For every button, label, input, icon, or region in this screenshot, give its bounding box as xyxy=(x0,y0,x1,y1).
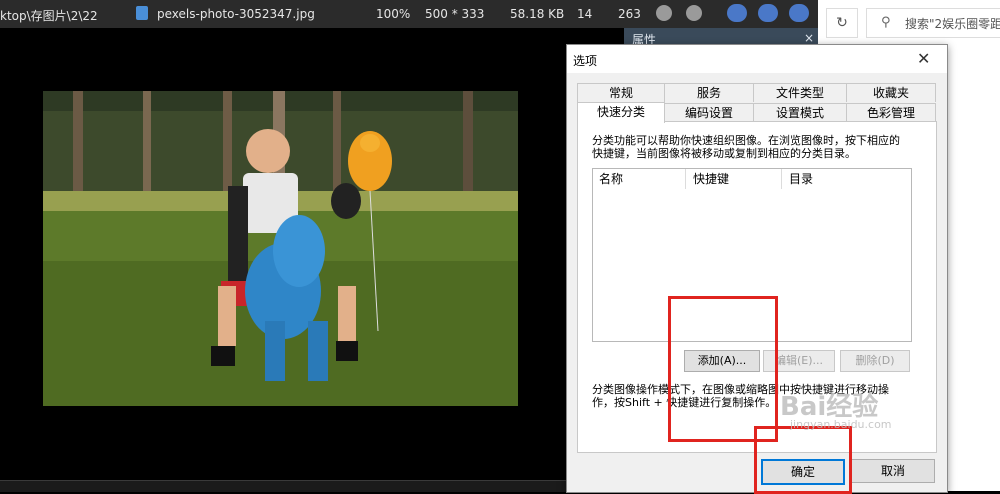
dot-icon[interactable] xyxy=(686,5,702,21)
column-divider xyxy=(685,169,686,189)
filmstrip-bar xyxy=(0,480,570,492)
column-header-shortcut[interactable]: 快捷键 xyxy=(693,169,729,189)
tab-encoding[interactable]: 编码设置 xyxy=(664,103,754,122)
cancel-button[interactable]: 取消 xyxy=(851,459,935,483)
zoom-level: 100% xyxy=(376,7,411,21)
folder-path: ktop\存图片\2\22 xyxy=(0,9,98,23)
tab-service[interactable]: 服务 xyxy=(664,83,754,102)
dot-icon[interactable] xyxy=(656,5,672,21)
tab-color-management[interactable]: 色彩管理 xyxy=(846,103,936,122)
search-placeholder: 搜索"2娱乐圈零距离 xyxy=(905,17,1000,31)
description-line2: 快捷键，当前图像将被移动或复制到相应的分类目录。 xyxy=(592,147,856,160)
delete-button[interactable]: 删除(D) xyxy=(840,350,910,372)
status-field-b: 263 xyxy=(618,7,641,21)
image-dimensions: 500 * 333 xyxy=(425,7,485,21)
watermark: Bai经验 jingyan.baidu.com xyxy=(770,380,960,440)
search-icon: ⚲ xyxy=(881,15,891,30)
tab-mode[interactable]: 设置模式 xyxy=(753,103,847,122)
tab-general[interactable]: 常规 xyxy=(577,83,665,102)
column-divider xyxy=(781,169,782,189)
tab-file-types[interactable]: 文件类型 xyxy=(753,83,847,102)
dialog-titlebar: 选项 ✕ xyxy=(567,45,947,73)
image-file-icon xyxy=(136,6,148,20)
dialog-title: 选项 xyxy=(573,54,598,68)
watermark-url: jingyan.baidu.com xyxy=(790,418,892,431)
file-size: 58.18 KB xyxy=(510,7,565,21)
viewer-status-bar: ktop\存图片\2\22 pexels-photo-3052347.jpg 1… xyxy=(0,0,818,28)
tab-quick-classify[interactable]: 快速分类 xyxy=(577,102,665,123)
column-header-directory[interactable]: 目录 xyxy=(789,169,813,189)
tab-favorites[interactable]: 收藏夹 xyxy=(846,83,936,102)
search-box[interactable]: ⚲ 搜索"2娱乐圈零距离 xyxy=(866,8,1000,38)
nav-down-icon[interactable] xyxy=(727,4,747,22)
photo xyxy=(43,91,518,406)
highlight-box-add xyxy=(668,296,778,442)
file-name: pexels-photo-3052347.jpg xyxy=(157,7,315,21)
refresh-button[interactable]: ↻ xyxy=(826,8,858,38)
close-icon[interactable]: ✕ xyxy=(917,49,930,68)
column-header-name[interactable]: 名称 xyxy=(599,169,623,189)
description-line1: 分类功能可以帮助你快速组织图像。在浏览图像时，按下相应的 xyxy=(592,134,900,147)
status-field-a: 14 xyxy=(577,7,593,21)
close-icon[interactable]: × xyxy=(804,31,814,45)
nav-down-icon[interactable] xyxy=(758,4,778,22)
nav-down-icon[interactable] xyxy=(789,4,809,22)
